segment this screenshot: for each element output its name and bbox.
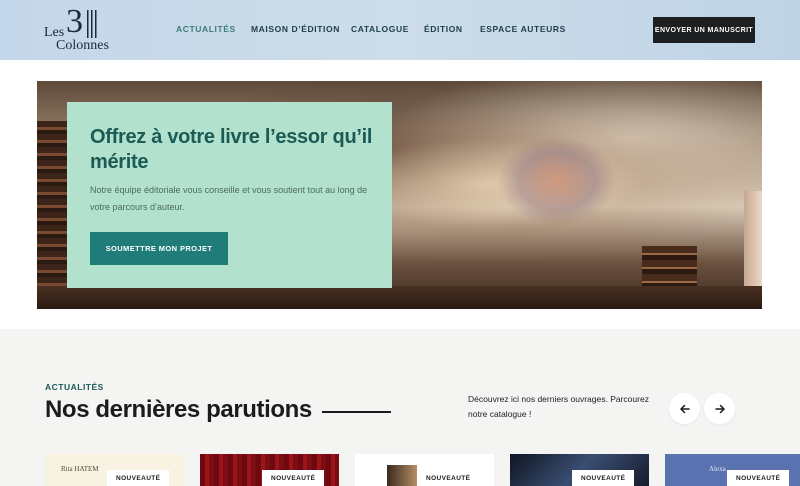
book-cover-image [387,465,417,486]
new-badge: NOUVEAUTÉ [727,470,790,486]
nav-item-actualites[interactable]: ACTUALITÉS [176,24,236,34]
section-description: Découvrez ici nos derniers ouvrages. Par… [468,394,649,419]
book-card[interactable]: Rita HATEM NOUVEAUTÉ [45,454,184,486]
nav-item-maison-edition[interactable]: MAISON D’ÉDITION [251,24,340,34]
hero-banner: Offrez à votre livre l’essor qu’il mérit… [37,81,762,309]
logo-word-colonnes: Colonnes [56,38,109,53]
new-badge: NOUVEAUTÉ [572,470,635,486]
arrow-left-icon [679,404,690,413]
hero-window [744,191,762,291]
hero-ceiling-fresco [497,136,617,226]
new-badge: NOUVEAUTÉ [417,470,480,486]
site-logo[interactable]: Les 3 Colonnes [44,3,116,54]
section-kicker: ACTUALITÉS [45,382,104,392]
latest-releases-section: ACTUALITÉS Nos dernières parutions Décou… [0,329,800,486]
new-badge: NOUVEAUTÉ [107,470,170,486]
new-badge: NOUVEAUTÉ [262,470,325,486]
book-card[interactable]: NOUVEAUTÉ [355,454,494,486]
arrow-right-icon [714,404,725,413]
section-title: Nos dernières parutions [45,396,312,423]
book-card[interactable]: NOUVEAUTÉ [510,454,649,486]
hero-title: Offrez à votre livre l’essor qu’il mérit… [90,126,373,173]
hero-floor [37,286,762,309]
book-card[interactable]: NOUVEAUTÉ [200,454,339,486]
nav-item-edition[interactable]: ÉDITION [424,24,463,34]
book-author: Alexa [709,465,726,473]
title-rule [322,411,391,413]
nav-item-espace-auteurs[interactable]: ESPACE AUTEURS [480,24,566,34]
hero-subtitle: Notre équipe éditoriale vous conseille e… [90,185,368,212]
send-manuscript-button[interactable]: ENVOYER UN MANUSCRIT [653,17,755,43]
book-author: Rita HATEM [61,465,99,473]
carousel-prev-button[interactable] [669,393,700,424]
nav-item-catalogue[interactable]: CATALOGUE [351,24,409,34]
logo-columns-mark [87,10,99,38]
carousel-next-button[interactable] [704,393,735,424]
logo-number: 3 [66,3,83,40]
site-header: Les 3 Colonnes ACTUALITÉS MAISON D’ÉDITI… [0,0,800,60]
book-card[interactable]: Alexa NOUVEAUTÉ [665,454,800,486]
hero-card: Offrez à votre livre l’essor qu’il mérit… [67,102,392,288]
submit-project-button[interactable]: SOUMETTRE MON PROJET [90,232,228,265]
